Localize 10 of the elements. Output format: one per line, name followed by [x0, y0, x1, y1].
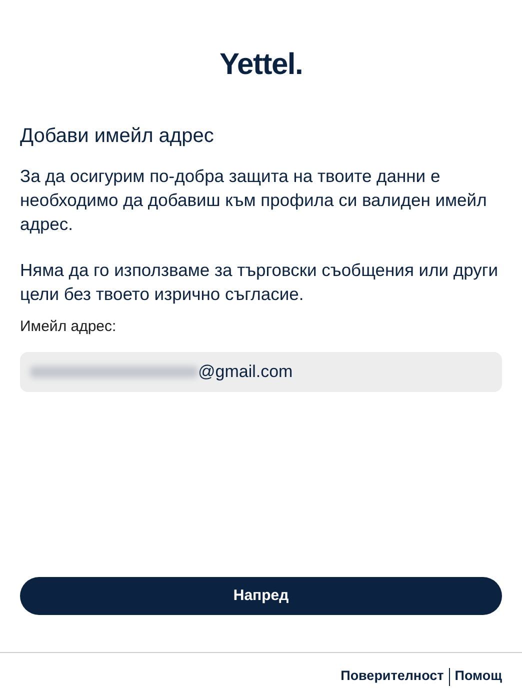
footer-link[interactable]: Поверителност	[340, 666, 444, 687]
footer-link[interactable]: Помощ	[454, 666, 502, 687]
page-title: Добави имейл адрес	[20, 124, 215, 149]
submit-button[interactable]: Напред	[20, 577, 502, 615]
logo: Yettel.	[219, 50, 303, 80]
email-field[interactable]: @gmail.com	[20, 352, 502, 392]
description-text: Няма да го използваме за търговски съобщения или други цели без твоето изрично съгласие.	[20, 259, 500, 306]
description-text: За да осигурим по-добра защита на твоите данни е необходимо да добавиш към профила си валиден имейл адрес.	[20, 165, 488, 236]
email-value: @gmail.com	[198, 360, 293, 383]
field-label: Имейл адрес:	[20, 317, 118, 337]
